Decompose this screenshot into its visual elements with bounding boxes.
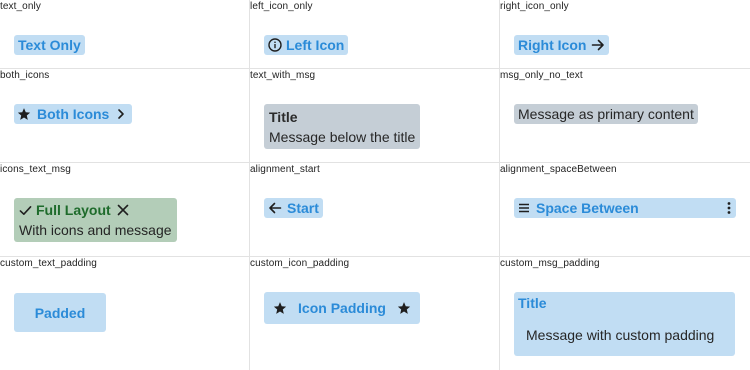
cell-caption: right_icon_only bbox=[500, 1, 569, 12]
cell-alignment-spacebetween: alignment_spaceBetween Space Between bbox=[500, 163, 750, 256]
cell-icons-text-msg: icons_text_msg Full Layout With icons an… bbox=[0, 163, 249, 256]
chip-message: Message below the title bbox=[269, 128, 416, 145]
star-icon bbox=[17, 107, 31, 121]
space-between-chip[interactable]: Space Between bbox=[514, 198, 736, 218]
cell-custom-msg-padding: custom_msg_padding Title Message with cu… bbox=[500, 257, 750, 370]
arrow-left-icon bbox=[268, 201, 282, 215]
cell-caption: custom_text_padding bbox=[0, 258, 97, 269]
both-icons-chip[interactable]: Both Icons bbox=[14, 104, 133, 124]
chip-label: Space Between bbox=[536, 200, 639, 216]
cell-caption: msg_only_no_text bbox=[500, 70, 583, 81]
more-vertical-icon[interactable] bbox=[725, 201, 733, 215]
chip-message: With icons and message bbox=[19, 222, 172, 238]
chevron-right-icon bbox=[116, 108, 126, 120]
close-icon[interactable] bbox=[117, 204, 129, 216]
cell-both-icons: both_icons Both Icons bbox=[0, 69, 249, 162]
right-icon-chip[interactable]: Right Icon bbox=[514, 35, 610, 55]
arrow-right-icon bbox=[591, 38, 605, 52]
alignment-start-chip[interactable]: Start bbox=[264, 198, 323, 218]
chip-label: Text Only bbox=[18, 37, 81, 53]
cell-caption: text_with_msg bbox=[250, 70, 316, 81]
chip-label: Both Icons bbox=[37, 106, 110, 122]
cell-caption: custom_icon_padding bbox=[250, 258, 350, 269]
cell-text-only: text_only Text Only bbox=[0, 0, 249, 68]
chip-label: Icon Padding bbox=[298, 300, 386, 316]
variant-grid: text_only Text Only left_icon_only Left … bbox=[0, 0, 750, 370]
left-icon-chip[interactable]: Left Icon bbox=[264, 35, 349, 55]
cell-left-icon-only: left_icon_only Left Icon bbox=[250, 0, 499, 68]
star-icon bbox=[397, 301, 411, 315]
cell-caption: text_only bbox=[0, 1, 41, 12]
cell-caption: alignment_start bbox=[250, 164, 320, 175]
padded-chip[interactable]: Padded bbox=[14, 293, 106, 332]
cell-caption: icons_text_msg bbox=[0, 164, 71, 175]
chip-start-group: Space Between bbox=[517, 200, 639, 216]
msg-only-chip[interactable]: Message as primary content bbox=[514, 104, 698, 124]
chip-title: Title bbox=[518, 295, 547, 311]
chip-message: Message as primary content bbox=[518, 106, 694, 122]
star-icon bbox=[273, 301, 287, 315]
cell-custom-text-padding: custom_text_padding Padded bbox=[0, 257, 249, 370]
cell-caption: left_icon_only bbox=[250, 1, 313, 12]
cell-right-icon-only: right_icon_only Right Icon bbox=[500, 0, 750, 68]
text-only-chip[interactable]: Text Only bbox=[14, 35, 85, 55]
cell-caption: custom_msg_padding bbox=[500, 258, 600, 269]
chip-label: Left Icon bbox=[286, 37, 345, 53]
menu-icon bbox=[517, 201, 531, 215]
check-icon bbox=[19, 204, 32, 217]
full-layout-chip[interactable]: Full Layout With icons and message bbox=[14, 198, 177, 242]
info-icon bbox=[268, 38, 282, 52]
chip-header: Full Layout bbox=[19, 202, 129, 218]
chip-label: Start bbox=[287, 200, 319, 216]
chip-label: Right Icon bbox=[518, 37, 587, 53]
chip-message: Message with custom padding bbox=[526, 327, 715, 343]
cell-msg-only-no-text: msg_only_no_text Message as primary cont… bbox=[500, 69, 750, 162]
cell-text-with-msg: text_with_msg Title Message below the ti… bbox=[250, 69, 499, 162]
chip-label: Padded bbox=[34, 304, 86, 321]
cell-caption: both_icons bbox=[0, 70, 50, 81]
cell-custom-icon-padding: custom_icon_padding Icon Padding bbox=[250, 257, 499, 370]
chip-title: Title bbox=[269, 108, 298, 125]
text-with-msg-chip[interactable]: Title Message below the title bbox=[264, 104, 421, 149]
cell-alignment-start: alignment_start Start bbox=[250, 163, 499, 256]
chip-title: Full Layout bbox=[36, 202, 111, 218]
icon-padding-chip[interactable]: Icon Padding bbox=[264, 292, 420, 324]
custom-msg-padding-chip[interactable]: Title Message with custom padding bbox=[514, 292, 735, 356]
cell-caption: alignment_spaceBetween bbox=[500, 164, 617, 175]
